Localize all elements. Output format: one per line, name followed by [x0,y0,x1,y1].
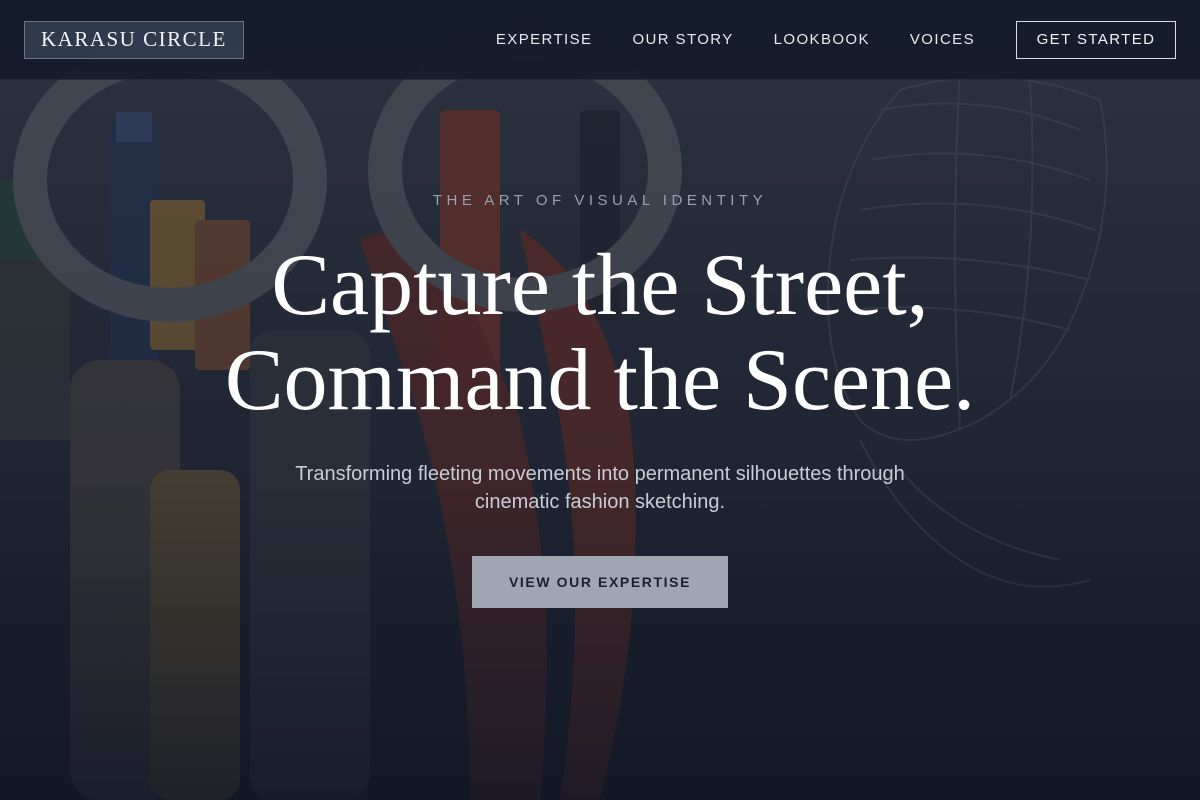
hero-headline-line-1: Capture the Street, [271,237,929,334]
get-started-button[interactable]: GET STARTED [1016,20,1176,59]
nav-link-our-story[interactable]: OUR STORY [632,31,733,48]
hero-section: THE ART OF VISUAL IDENTITY Capture the S… [0,0,1200,800]
nav-links: EXPERTISE OUR STORY LOOKBOOK VOICES [496,31,975,48]
view-our-expertise-button[interactable]: VIEW OUR EXPERTISE [472,556,728,608]
nav-right: EXPERTISE OUR STORY LOOKBOOK VOICES GET … [496,20,1176,59]
hero-eyebrow: THE ART OF VISUAL IDENTITY [432,192,768,209]
top-navbar: KARASU CIRCLE EXPERTISE OUR STORY LOOKBO… [0,0,1200,80]
nav-link-voices[interactable]: VOICES [910,31,975,48]
brand-logo[interactable]: KARASU CIRCLE [24,20,244,59]
hero-subtext: Transforming fleeting movements into per… [295,463,905,513]
landing-page: KARASU CIRCLE EXPERTISE OUR STORY LOOKBO… [0,0,1200,800]
hero-headline-line-2: Command the Scene. [224,332,976,429]
nav-link-expertise[interactable]: EXPERTISE [496,31,593,48]
hero-headline: Capture the Street, Command the Scene. [0,238,1200,428]
nav-link-lookbook[interactable]: LOOKBOOK [774,31,870,48]
